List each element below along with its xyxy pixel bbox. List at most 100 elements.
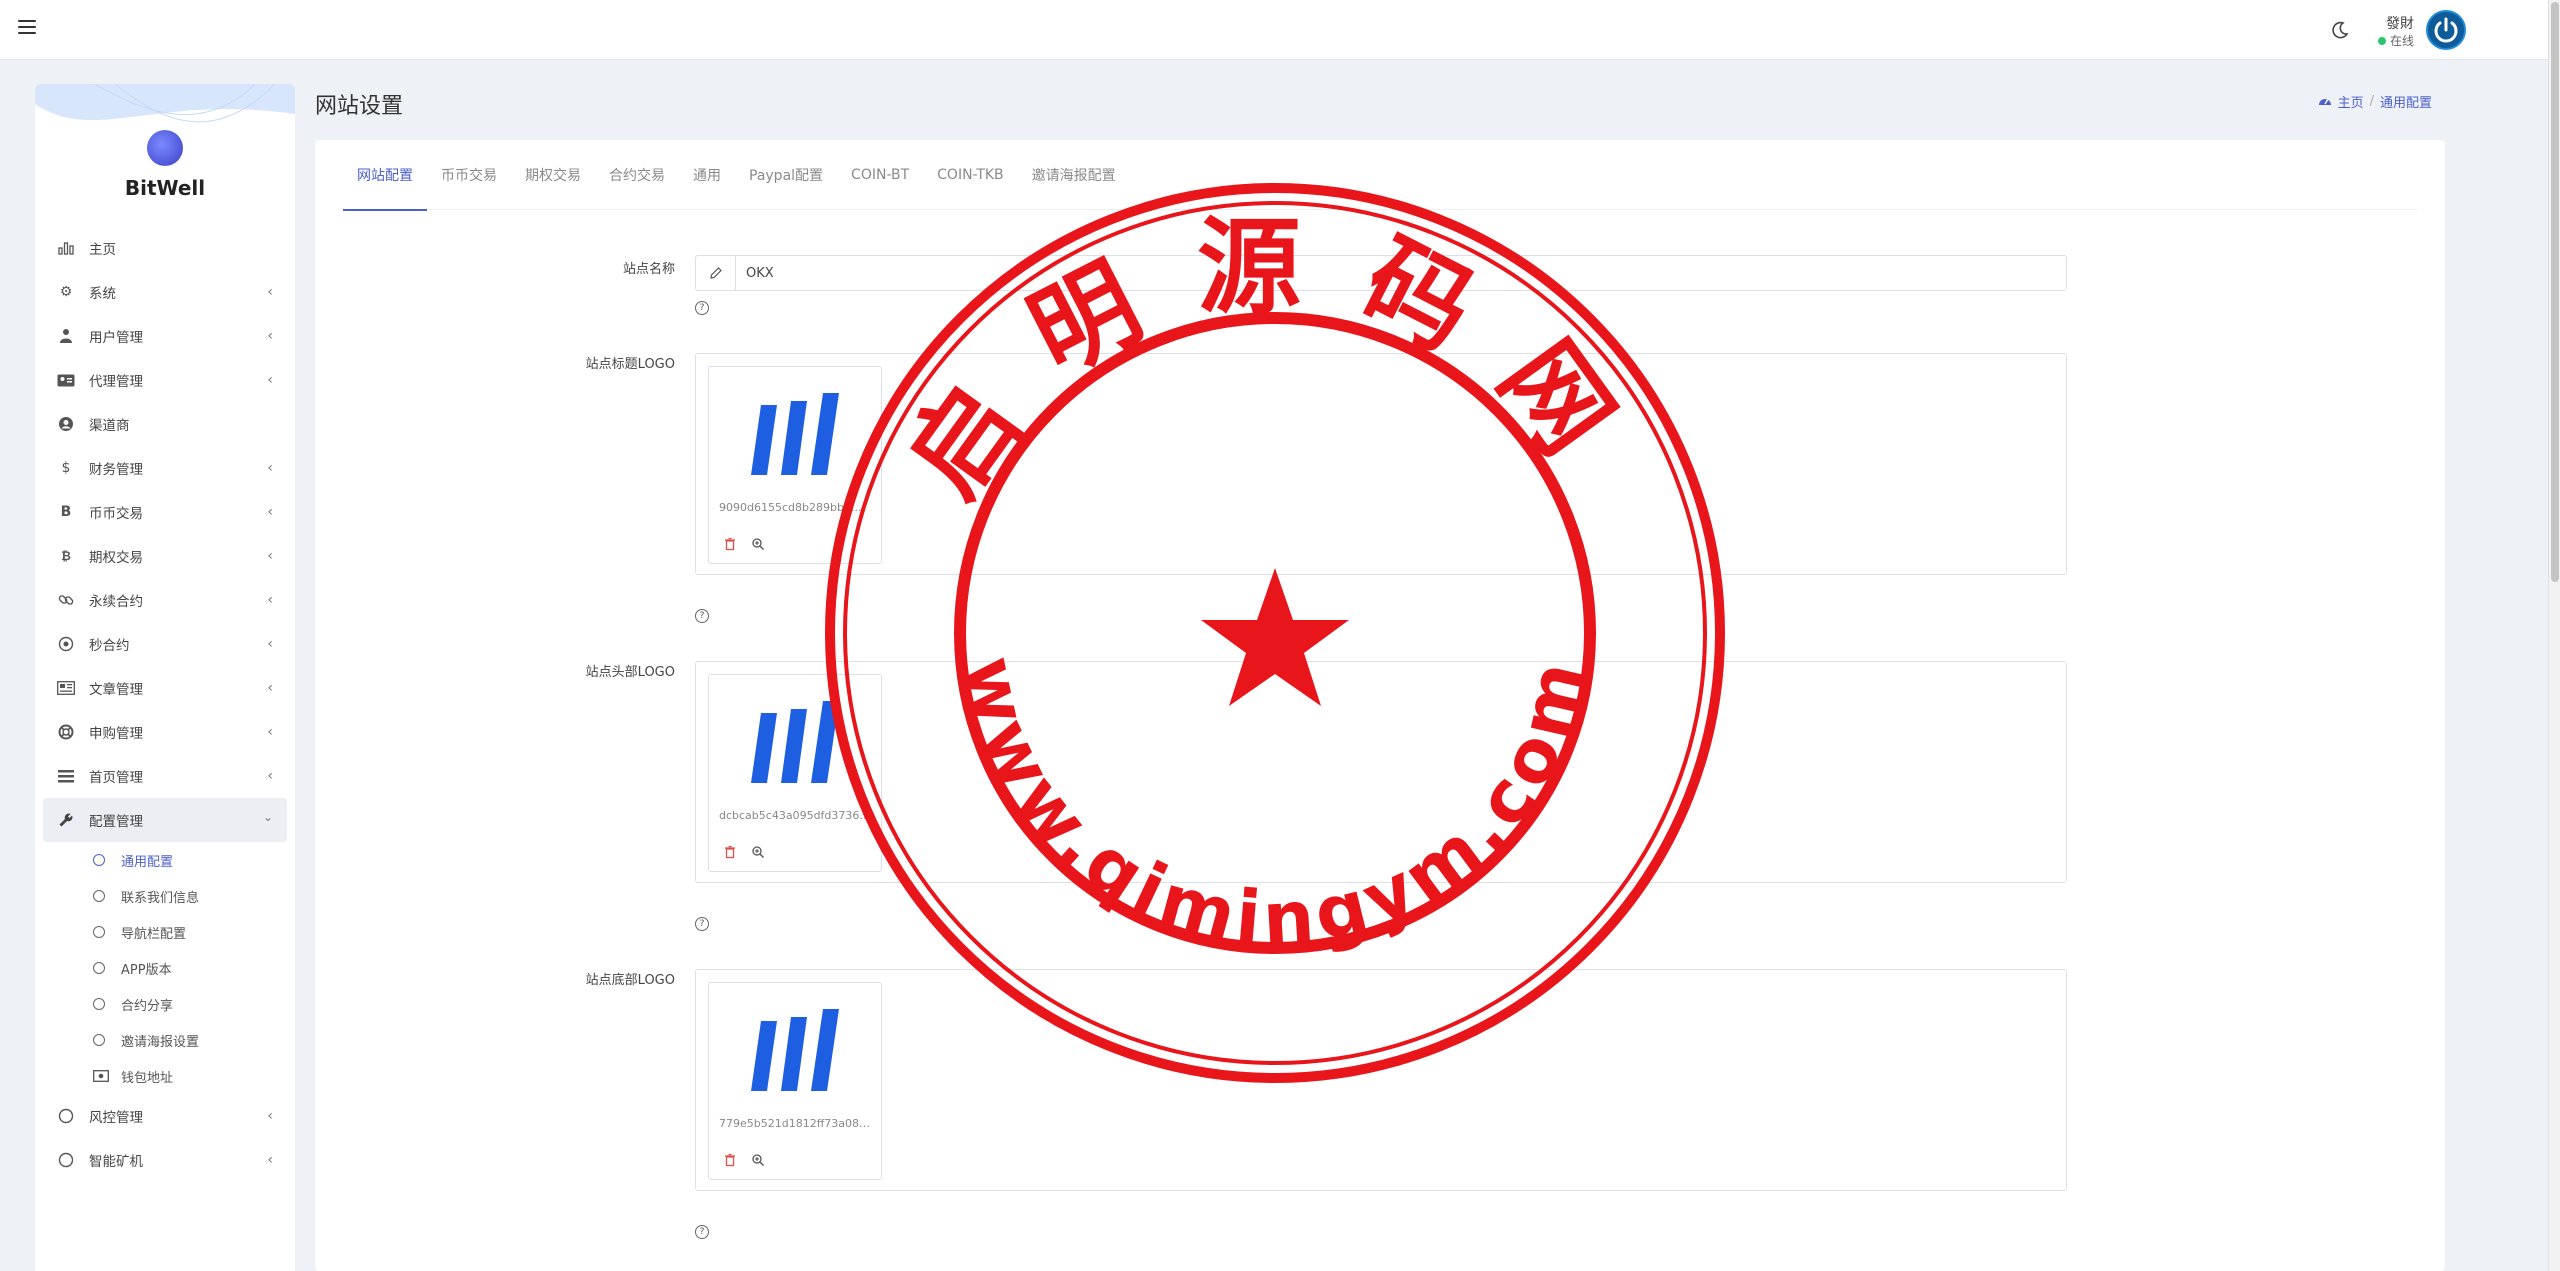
submenu-item-contact-info[interactable]: 联系我们信息 [93,878,287,914]
tab-site-config[interactable]: 网站配置 [343,140,427,211]
submenu-item-nav-config[interactable]: 导航栏配置 [93,914,287,950]
bitcoin-icon: ₿ [61,549,71,563]
breadcrumb: 主页 / 通用配置 [2318,92,2432,111]
pencil-icon [696,256,736,290]
sidebar-item-label: 用户管理 [89,330,143,346]
sidebar-item-label: 文章管理 [89,682,143,698]
sidebar-item-second-contract[interactable]: 秒合约 ‹ [43,622,287,666]
scrollbar-thumb[interactable] [2551,2,2559,582]
circle-icon [93,1034,105,1046]
page-scrollbar[interactable] [2548,0,2560,1271]
submenu-item-general-config[interactable]: 通用配置 [93,842,287,878]
foot-logo-upload[interactable]: 779e5b521d1812ff73a08de... [695,969,2067,1191]
chevron-left-icon: ‹ [267,1108,273,1124]
zoom-icon[interactable] [751,1153,765,1167]
moon-icon[interactable] [2330,20,2350,40]
foot-logo-preview: 779e5b521d1812ff73a08de... [708,982,882,1180]
submenu-item-label: 导航栏配置 [121,926,187,942]
tab-paypal-config[interactable]: Paypal配置 [735,140,837,210]
tab-options-trading[interactable]: 期权交易 [511,140,595,210]
preview-actions [723,537,765,551]
submenu-item-label: 邀请海报设置 [121,1034,200,1050]
brand-logo [147,130,183,166]
title-logo-upload[interactable]: 9090d6155cd8b289bb9... [695,353,2067,575]
sidebar-item-perpetual[interactable]: 永续合约 ‹ [43,578,287,622]
title-logo-label: 站点标题LOGO [585,357,675,372]
sidebar-item-articles[interactable]: 文章管理 ‹ [43,666,287,710]
sidebar-item-options[interactable]: ₿ 期权交易 ‹ [43,534,287,578]
submenu-item-contract-share[interactable]: 合约分享 [93,986,287,1022]
submenu-item-invite-poster[interactable]: 邀请海报设置 [93,1022,287,1058]
zoom-icon[interactable] [751,845,765,859]
tab-coin-tkb[interactable]: COIN-TKB [923,140,1018,210]
logo-image [751,393,839,475]
sidebar-item-label: 主页 [89,242,116,258]
logo-image [751,701,839,783]
list-icon [57,767,75,785]
sidebar-item-mining[interactable]: 智能矿机 ‹ [43,1138,287,1182]
submenu-item-wallet-address[interactable]: 钱包地址 [93,1058,287,1094]
file-name: 9090d6155cd8b289bb9... [719,501,862,514]
help-icon[interactable]: ? [695,609,709,623]
trash-icon[interactable] [723,845,737,859]
chevron-left-icon: ‹ [267,768,273,784]
sidebar-item-users[interactable]: 用户管理 ‹ [43,314,287,358]
submenu-item-label: 通用配置 [121,854,174,870]
submenu-item-app-version[interactable]: APP版本 [93,950,287,986]
chevron-left-icon: ‹ [267,548,273,564]
tab-invite-poster[interactable]: 邀请海报配置 [1018,140,1130,210]
page-title: 网站设置 [315,94,404,119]
chevron-left-icon: ‹ [267,372,273,388]
sidebar-item-home[interactable]: 主页 [43,226,287,270]
dollar-icon: $ [61,460,71,476]
help-icon[interactable]: ? [695,917,709,931]
site-name-value[interactable]: OKX [736,256,774,290]
tab-contract-trading[interactable]: 合约交易 [595,140,679,210]
tab-general[interactable]: 通用 [679,140,735,210]
sidebar-item-label: 期权交易 [89,550,143,566]
sidebar-item-risk-control[interactable]: 风控管理 ‹ [43,1094,287,1138]
file-name: dcbcab5c43a095dfd37364... [719,809,874,822]
sidebar-item-finance[interactable]: $ 财务管理 ‹ [43,446,287,490]
settings-card: 网站配置 币币交易 期权交易 合约交易 通用 Paypal配置 COIN-BT … [315,140,2445,1271]
trash-icon[interactable] [723,1153,737,1167]
help-icon[interactable]: ? [695,1225,709,1239]
user-name[interactable]: 發財 [2386,13,2414,33]
user-status: 在线 [2378,32,2414,49]
preview-actions [723,845,765,859]
id-card-icon [57,371,75,389]
submenu-item-label: 联系我们信息 [121,890,200,906]
circle-icon [57,1107,75,1125]
head-logo-upload[interactable]: dcbcab5c43a095dfd37364... [695,661,2067,883]
wrench-icon [57,811,75,829]
settings-tabs: 网站配置 币币交易 期权交易 合约交易 通用 Paypal配置 COIN-BT … [343,140,2417,211]
site-name-label: 站点名称 [622,262,675,277]
zoom-icon[interactable] [751,537,765,551]
title-logo-preview: 9090d6155cd8b289bb9... [708,366,882,564]
avatar[interactable] [2426,10,2466,50]
sidebar-item-system[interactable]: ⚙ 系统 ‹ [43,270,287,314]
site-name-field[interactable]: OKX [695,255,2067,291]
trash-icon[interactable] [723,537,737,551]
sidebar-item-config[interactable]: 配置管理 ⌄ [43,798,287,842]
tab-coin-bt[interactable]: COIN-BT [837,140,923,210]
breadcrumb-home[interactable]: 主页 [2338,92,2364,111]
sidebar-item-spot[interactable]: B 币币交易 ‹ [43,490,287,534]
sidebar-item-subscription[interactable]: 申购管理 ‹ [43,710,287,754]
sidebar-item-label: 首页管理 [89,770,143,786]
chevron-left-icon: ‹ [267,1152,273,1168]
preview-actions [723,1153,765,1167]
chevron-left-icon: ‹ [267,592,273,608]
circle-icon [93,998,105,1010]
dot-circle-icon [57,635,75,653]
menu-toggle-icon[interactable] [18,20,36,36]
sidebar-item-homepage[interactable]: 首页管理 ‹ [43,754,287,798]
sidebar-item-agents[interactable]: 代理管理 ‹ [43,358,287,402]
submenu-item-label: APP版本 [121,962,172,978]
sidebar-item-label: 代理管理 [89,374,143,390]
head-logo-preview: dcbcab5c43a095dfd37364... [708,674,882,872]
sidebar: BitWell 主页 ⚙ 系统 ‹ 用户管理 ‹ 代理管理 ‹ 渠道商 $ 财务… [35,84,295,1271]
sidebar-item-channel[interactable]: 渠道商 [43,402,287,446]
tab-spot-trading[interactable]: 币币交易 [427,140,511,210]
help-icon[interactable]: ? [695,301,709,315]
